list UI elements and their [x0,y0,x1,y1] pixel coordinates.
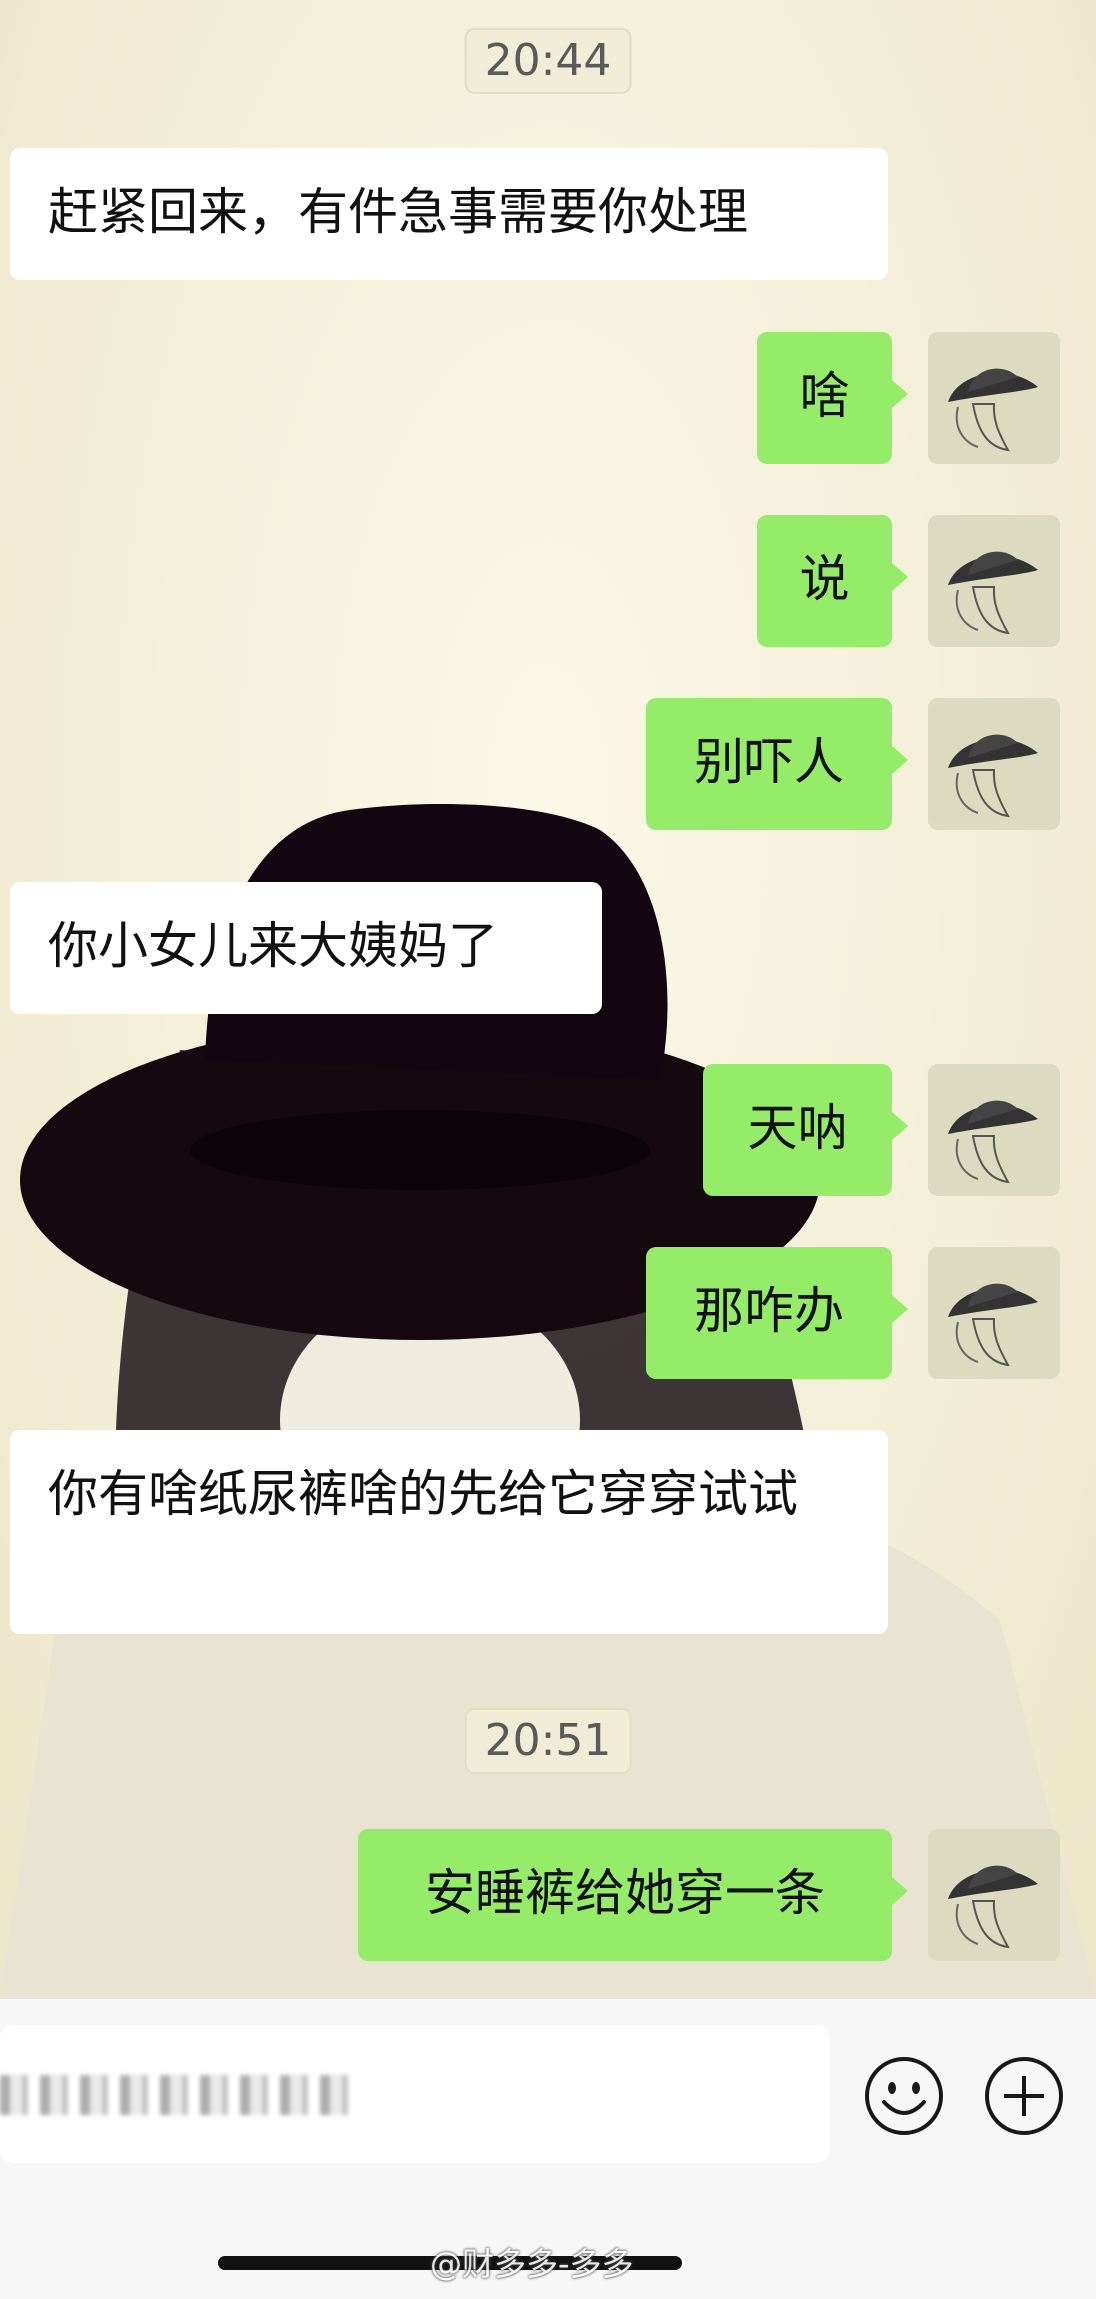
message-text: 那咋办 [694,1282,844,1340]
blurred-draft-text [0,2075,350,2115]
input-bar: @财多多-多多 [0,1997,1096,2299]
message-text: 天呐 [747,1099,848,1157]
user-avatar[interactable] [928,515,1060,647]
message-text: 你有啥纸尿裤啥的先给它穿穿试试 [48,1465,798,1523]
incoming-message[interactable]: 赶紧回来，有件急事需要你处理 [10,148,888,280]
message-text: 你小女儿来大姨妈了 [48,917,498,975]
chat-area[interactable]: 20:44 赶紧回来，有件急事需要你处理 啥 说 别吓人 你小女儿来大姨妈了 天… [0,0,1096,1997]
avatar-hat-woman-icon [928,698,1060,830]
outgoing-message[interactable]: 安睡裤给她穿一条 [358,1829,908,1961]
message-text: 啥 [799,367,850,425]
more-options-button[interactable] [982,2054,1066,2138]
incoming-message[interactable]: 你小女儿来大姨妈了 [10,882,602,1014]
message-text: 说 [799,550,850,608]
message-input[interactable] [0,2025,830,2163]
avatar-hat-woman-icon [928,1064,1060,1196]
smiley-face-icon [865,2057,943,2135]
outgoing-message[interactable]: 别吓人 [646,698,908,830]
plus-circle-icon [985,2057,1063,2135]
user-avatar[interactable] [928,1247,1060,1379]
user-avatar[interactable] [928,332,1060,464]
outgoing-message[interactable]: 那咋办 [646,1247,908,1379]
user-avatar[interactable] [928,1829,1060,1961]
incoming-message[interactable]: 你有啥纸尿裤啥的先给它穿穿试试 [10,1430,888,1634]
user-avatar[interactable] [928,1064,1060,1196]
message-text: 别吓人 [694,733,844,791]
avatar-hat-woman-icon [928,515,1060,647]
outgoing-message[interactable]: 啥 [757,332,908,464]
message-text: 安睡裤给她穿一条 [425,1864,825,1922]
avatar-hat-woman-icon [928,1247,1060,1379]
message-text: 赶紧回来，有件急事需要你处理 [48,183,748,241]
outgoing-message[interactable]: 天呐 [703,1064,908,1196]
timestamp: 20:51 [464,1708,632,1774]
avatar-hat-woman-icon [928,1829,1060,1961]
user-avatar[interactable] [928,698,1060,830]
outgoing-message[interactable]: 说 [757,515,908,647]
emoji-button[interactable] [862,2054,946,2138]
avatar-hat-woman-icon [928,332,1060,464]
timestamp: 20:44 [464,28,632,94]
watermark: @财多多-多多 [430,2245,634,2283]
